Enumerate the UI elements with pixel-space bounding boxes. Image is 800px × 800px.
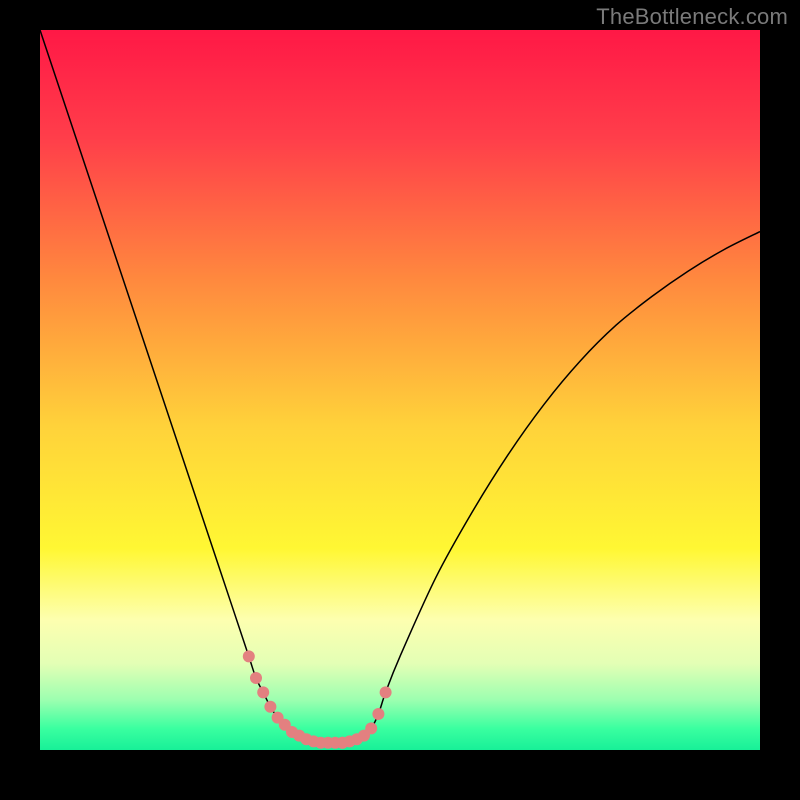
watermark-text: TheBottleneck.com xyxy=(596,4,788,30)
marker-point xyxy=(372,708,384,720)
series-curve-left xyxy=(40,30,342,743)
marker-point xyxy=(264,701,276,713)
marker-point xyxy=(257,686,269,698)
curve-layer xyxy=(40,30,760,750)
chart-container: TheBottleneck.com xyxy=(0,0,800,800)
marker-point xyxy=(243,650,255,662)
marker-point xyxy=(250,672,262,684)
marker-point xyxy=(380,686,392,698)
series-curve-right xyxy=(342,232,760,743)
plot-area xyxy=(40,30,760,750)
marker-point xyxy=(365,722,377,734)
